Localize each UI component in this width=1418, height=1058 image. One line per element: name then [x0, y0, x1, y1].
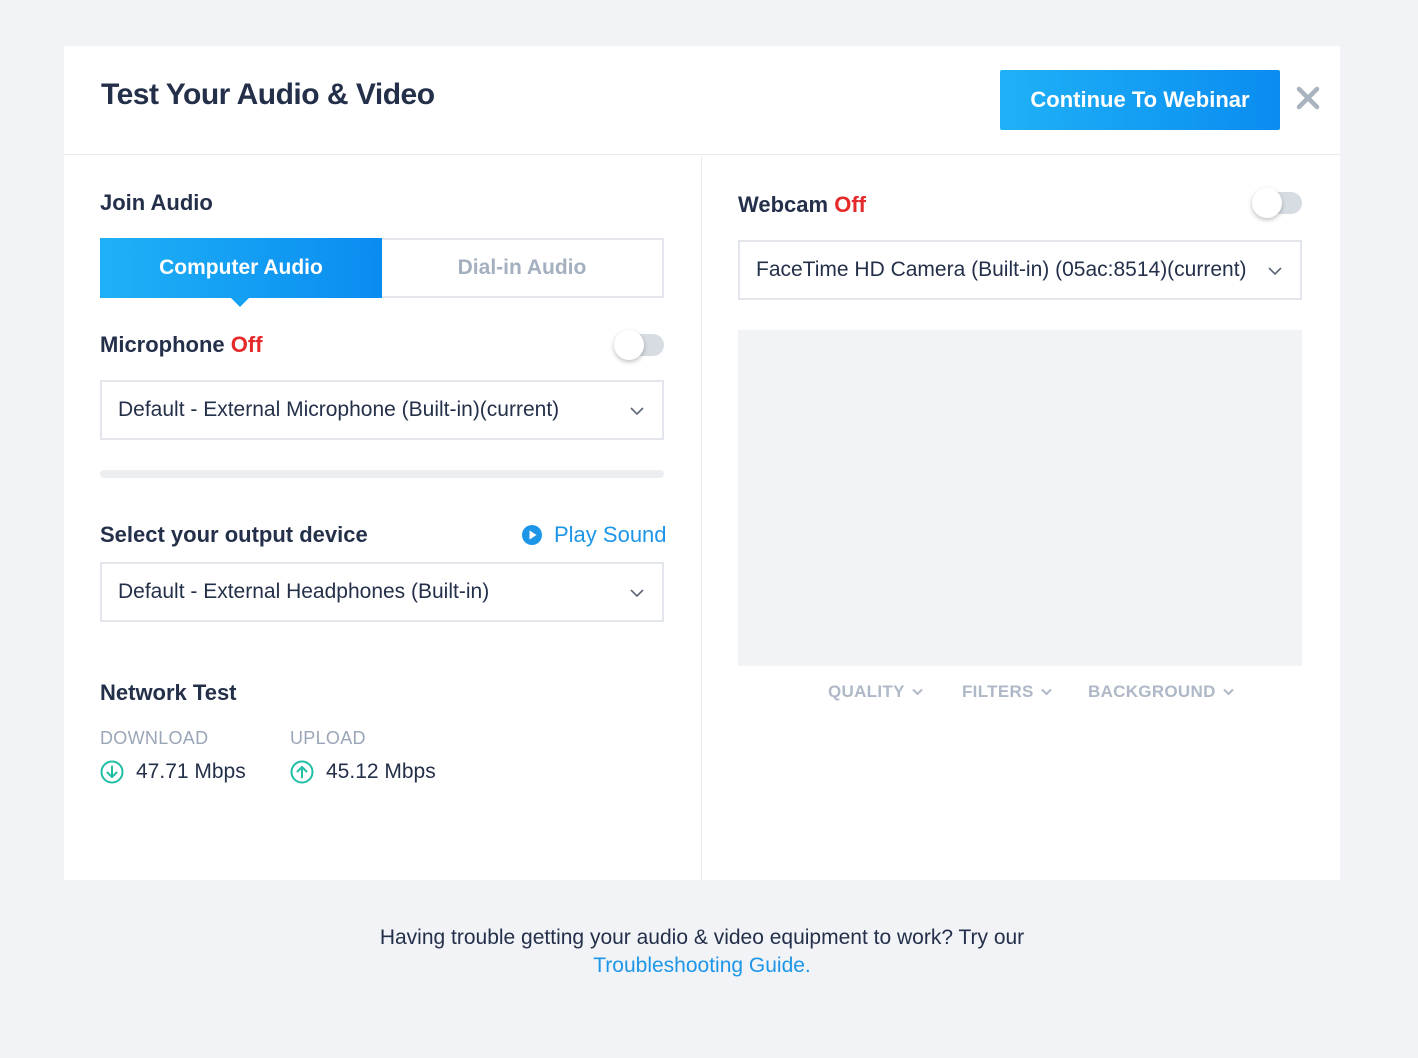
modal-header: Test Your Audio & Video Continue To Webi… — [64, 46, 1340, 155]
webcam-label: Webcam Off — [738, 192, 866, 218]
microphone-label: Microphone Off — [100, 332, 263, 358]
upload-arrow-icon — [290, 760, 314, 784]
microphone-toggle-knob — [614, 330, 644, 360]
chevron-down-icon — [1268, 267, 1282, 276]
download-speed: 47.71 Mbps — [100, 760, 246, 784]
network-test-title: Network Test — [100, 680, 237, 705]
microphone-select[interactable]: Default - External Microphone (Built-in)… — [100, 380, 664, 440]
close-icon[interactable] — [1294, 84, 1322, 112]
audio-video-test-modal: Test Your Audio & Video Continue To Webi… — [64, 46, 1340, 880]
output-device-label: Select your output device — [100, 522, 368, 547]
column-divider — [701, 156, 702, 880]
microphone-status: Off — [230, 332, 263, 357]
output-device-select-value: Default - External Headphones (Built-in) — [118, 580, 490, 603]
microphone-level-meter — [100, 470, 664, 478]
join-audio-title: Join Audio — [100, 190, 213, 215]
play-icon — [522, 525, 542, 545]
continue-to-webinar-button[interactable]: Continue To Webinar — [1000, 70, 1280, 130]
video-preview — [738, 330, 1302, 666]
chevron-down-icon — [912, 688, 923, 696]
troubleshooting-guide-link[interactable]: Troubleshooting Guide. — [593, 954, 811, 977]
background-label: BACKGROUND — [1088, 682, 1216, 701]
quality-label: QUALITY — [828, 682, 905, 701]
page-title: Test Your Audio & Video — [101, 78, 435, 111]
chevron-down-icon — [1222, 688, 1234, 696]
tab-dial-in-audio[interactable]: Dial-in Audio — [382, 238, 664, 298]
quality-dropdown[interactable]: QUALITY — [828, 682, 923, 702]
tab-computer-audio[interactable]: Computer Audio — [100, 238, 382, 307]
troubleshooting-guide-link-row: Troubleshooting Guide. — [0, 952, 1404, 980]
microphone-label-text: Microphone — [100, 332, 225, 357]
play-sound-button[interactable]: Play Sound — [522, 522, 667, 548]
play-sound-label: Play Sound — [554, 522, 667, 547]
upload-speed: 45.12 Mbps — [290, 760, 436, 784]
chevron-down-icon — [1040, 688, 1052, 696]
chevron-down-icon — [630, 407, 644, 416]
background-dropdown[interactable]: BACKGROUND — [1088, 682, 1234, 702]
upload-value: 45.12 Mbps — [326, 760, 436, 783]
filters-dropdown[interactable]: FILTERS — [962, 682, 1052, 702]
camera-select[interactable]: FaceTime HD Camera (Built-in) (05ac:8514… — [738, 240, 1302, 300]
microphone-toggle[interactable] — [614, 330, 664, 360]
upload-label: UPLOAD — [290, 728, 366, 748]
microphone-select-value: Default - External Microphone (Built-in)… — [118, 398, 560, 421]
download-value: 47.71 Mbps — [136, 760, 246, 783]
webcam-toggle-knob — [1252, 188, 1282, 218]
download-label: DOWNLOAD — [100, 728, 209, 748]
webcam-toggle[interactable] — [1252, 188, 1302, 218]
audio-mode-tabs: Computer Audio Dial-in Audio — [100, 238, 664, 307]
chevron-down-icon — [630, 589, 644, 598]
webcam-label-text: Webcam — [738, 192, 829, 217]
filters-label: FILTERS — [962, 682, 1034, 701]
help-text: Having trouble getting your audio & vide… — [379, 926, 1025, 949]
output-device-select[interactable]: Default - External Headphones (Built-in) — [100, 562, 664, 622]
camera-select-value: FaceTime HD Camera (Built-in) (05ac:8514… — [756, 258, 1247, 281]
download-arrow-icon — [100, 760, 124, 784]
webcam-status: Off — [834, 192, 866, 217]
